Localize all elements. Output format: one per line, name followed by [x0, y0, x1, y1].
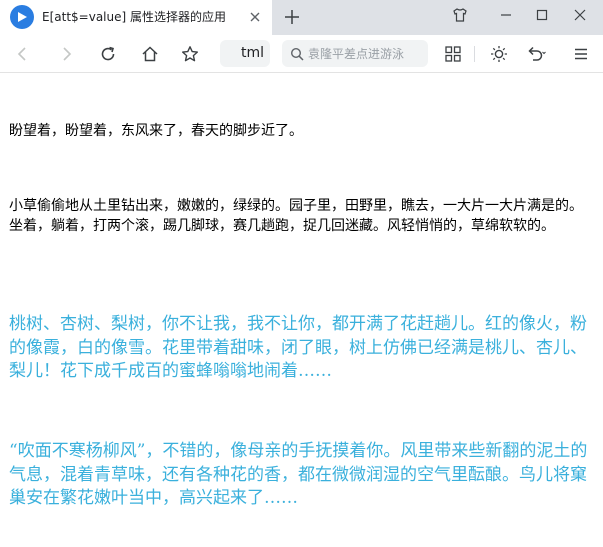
toolbar-divider — [474, 46, 475, 62]
navigation-toolbar: tml 袁隆平差点进游泳 — [0, 35, 603, 73]
active-tab[interactable]: E[att$=value] 属性选择器的应用 — [0, 0, 272, 35]
favorite-star-icon[interactable] — [177, 41, 203, 67]
apps-grid-icon[interactable] — [440, 41, 466, 67]
brightness-sun-icon[interactable] — [486, 41, 512, 67]
undo-icon[interactable] — [523, 41, 549, 67]
hamburger-menu-icon[interactable] — [568, 41, 594, 67]
page-content: 盼望着，盼望着，东风来了，春天的脚步近了。 小草偷偷地从土里钻出来，嫩嫩的，绿绿… — [0, 73, 603, 547]
paragraph-3-highlighted: 桃树、杏树、梨树，你不让我，我不让你，都开满了花赶趟儿。红的像火，粉的像霞，白的… — [9, 314, 587, 381]
paragraph-4-highlighted: “吹面不寒杨柳风”，不错的，像母亲的手抚摸着你。风里带来些新翻的泥土的气息，混着… — [9, 441, 588, 508]
tab-close-icon[interactable] — [247, 9, 263, 25]
home-icon[interactable] — [137, 41, 163, 67]
search-placeholder: 袁隆平差点进游泳 — [308, 47, 405, 61]
paragraph-2: 小草偷偷地从土里钻出来，嫩嫩的，绿绿的。园子里，田野里，瞧去，一大片一大片满是的… — [9, 198, 583, 234]
search-box[interactable]: 袁隆平差点进游泳 — [282, 40, 428, 67]
shirt-icon[interactable] — [445, 2, 475, 28]
maximize-icon[interactable] — [527, 2, 557, 28]
minimize-icon[interactable] — [491, 2, 521, 28]
tab-bar: E[att$=value] 属性选择器的应用 — [0, 0, 603, 35]
forward-arrow-icon[interactable] — [53, 41, 79, 67]
browser-logo-icon — [10, 5, 34, 29]
window-close-icon[interactable] — [565, 2, 595, 28]
paragraph-1: 盼望着，盼望着，东风来了，春天的脚步近了。 — [9, 123, 303, 139]
new-tab-plus-icon[interactable] — [281, 6, 303, 28]
search-icon — [290, 47, 304, 61]
address-bar[interactable]: tml — [220, 40, 270, 67]
back-arrow-icon[interactable] — [10, 41, 36, 67]
reload-icon[interactable] — [95, 41, 121, 67]
tab-title: E[att$=value] 属性选择器的应用 — [42, 10, 226, 24]
